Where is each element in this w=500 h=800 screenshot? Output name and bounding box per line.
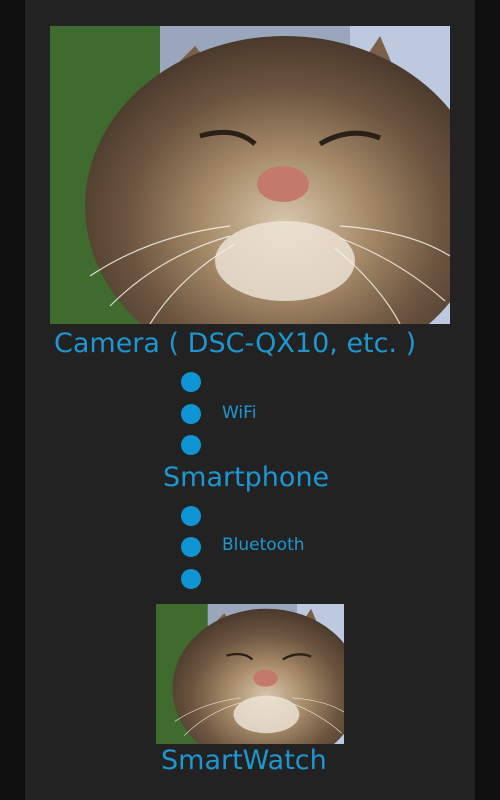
connector-dot — [181, 537, 201, 557]
camera-label: Camera ( DSC-QX10, etc. ) — [54, 328, 417, 359]
wifi-label: WiFi — [222, 403, 257, 423]
connector-dot — [181, 372, 201, 392]
connector-dot — [181, 435, 201, 455]
connector-dot — [181, 569, 201, 589]
bluetooth-label: Bluetooth — [222, 535, 305, 555]
camera-photo — [50, 26, 450, 324]
smartwatch-label: SmartWatch — [161, 745, 327, 776]
smartphone-label: Smartphone — [163, 462, 330, 493]
connector-dot — [181, 506, 201, 526]
connector-dot — [181, 404, 201, 424]
smartwatch-photo — [156, 604, 344, 744]
